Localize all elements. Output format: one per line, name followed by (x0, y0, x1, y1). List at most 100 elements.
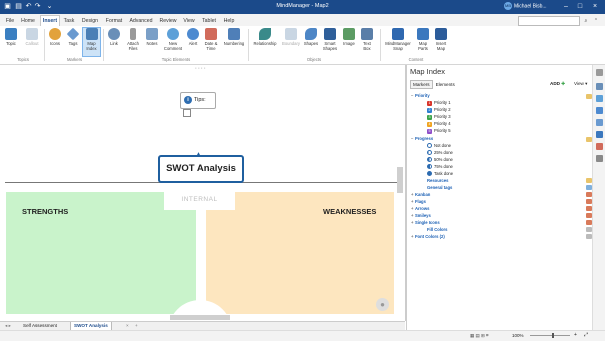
progress-done-icon (427, 171, 432, 177)
horizontal-scrollbar[interactable] (170, 315, 230, 320)
zoom-slider[interactable] (530, 335, 570, 336)
vertical-scrollbar[interactable] (397, 167, 403, 193)
group-label: Arrows (415, 206, 430, 211)
tags-button[interactable]: Tags (65, 27, 81, 46)
mindmanager-snap-button[interactable]: MindManager Snap (383, 28, 413, 51)
tab-help[interactable]: Help (222, 16, 236, 26)
tab-advanced[interactable]: Advanced (128, 16, 154, 26)
tab-view[interactable]: View (182, 16, 196, 26)
group-priority[interactable]: − Priority (411, 93, 430, 99)
add-sheet-icon[interactable]: + (132, 322, 141, 330)
map-index-icon[interactable] (596, 83, 603, 90)
tab-file[interactable]: File (3, 16, 17, 26)
zoom-in-icon[interactable]: + (574, 332, 577, 338)
view-dropdown[interactable]: View ▾ (574, 81, 587, 87)
alert-button[interactable]: Alert (186, 28, 200, 46)
minimize-icon[interactable]: – (561, 2, 571, 11)
maximize-icon[interactable]: □ (575, 2, 585, 11)
central-topic[interactable]: SWOT Analysis (158, 155, 244, 183)
list-item[interactable]: 25% done (427, 150, 453, 156)
callout-icon (26, 28, 38, 40)
list-item[interactable]: 75% done (427, 164, 453, 170)
collapse-ribbon-icon[interactable]: ⌃ (592, 16, 600, 26)
icons-button[interactable]: Icons (47, 28, 63, 46)
group-fill-colors[interactable]: Fill Colors (427, 227, 447, 233)
list-item[interactable]: Task done (427, 171, 453, 177)
button-label: Callout (25, 41, 39, 46)
close-icon[interactable]: × (590, 2, 600, 11)
search-icon[interactable] (596, 131, 603, 138)
button-label: Numbering (223, 41, 245, 46)
list-item[interactable]: 50% done (427, 157, 453, 163)
link-button[interactable]: Link (106, 28, 122, 46)
alert-icon (187, 28, 199, 40)
sheet-close-icon[interactable]: × (123, 322, 132, 330)
group-single-icons[interactable]: + Single Icons (411, 220, 440, 226)
shapes-button[interactable]: Shapes (303, 28, 319, 46)
notes-icon[interactable] (596, 119, 603, 126)
zoom-slider-thumb[interactable] (552, 333, 554, 338)
group-flags[interactable]: + Flags (411, 199, 426, 205)
new-comment-button[interactable]: New Comment (162, 28, 184, 51)
notes-button[interactable]: Notes (144, 28, 160, 46)
tab-design[interactable]: Design (80, 16, 100, 26)
list-item[interactable]: 2 Priority 2 (427, 107, 451, 113)
lightbulb-icon[interactable]: ● (376, 298, 389, 311)
image-button[interactable]: Image (341, 28, 357, 46)
map-parts-button[interactable]: Map Parts (415, 28, 431, 51)
search-icon[interactable]: ⌕ (582, 16, 590, 26)
group-progress[interactable]: − Progress (411, 136, 433, 142)
map-index-button[interactable]: Map Index (82, 27, 101, 57)
notes-icon (146, 28, 158, 40)
group-general-tags[interactable]: General tags (427, 185, 452, 191)
add-button[interactable]: ADD ✚ (550, 81, 565, 87)
tab-insert[interactable]: Insert (40, 15, 60, 26)
tab-home[interactable]: Home (20, 16, 36, 26)
map-index-panel: Map Index Markers Elements ADD ✚ View ▾ −… (406, 65, 593, 330)
button-label: Shapes (303, 41, 319, 46)
sheet-tab-self-assessment[interactable]: Self Assessment (20, 322, 60, 330)
group-arrows[interactable]: + Arrows (411, 206, 429, 212)
panel-close-icon[interactable] (596, 69, 603, 76)
list-item[interactable]: 4 Priority 4 (427, 121, 451, 127)
button-label: Map Parts (418, 41, 428, 51)
tab-elements[interactable]: Elements (434, 81, 457, 88)
tab-format[interactable]: Format (104, 16, 124, 26)
map-canvas[interactable]: ∙∙∙∙ i Tips: INTERNAL STRENGTHS WEAKNESSE… (0, 65, 406, 340)
group-kanban[interactable]: + Kanban (411, 192, 430, 198)
view-mode-icons[interactable]: ▦ ▤ ⊞ ⌗ (470, 333, 489, 339)
zoom-level: 100% (512, 333, 524, 338)
library-icon[interactable] (596, 95, 603, 102)
fit-map-icon[interactable]: ⤢ (584, 332, 588, 338)
boundary-button[interactable]: Boundary (281, 28, 301, 46)
user-account[interactable]: MB Michael Bisb... (504, 2, 547, 11)
list-item[interactable]: 3 Priority 3 (427, 114, 451, 120)
list-item[interactable]: Not done (427, 143, 451, 149)
topic-button[interactable]: Topic (3, 28, 19, 46)
search-input[interactable] (518, 16, 580, 26)
group-font-colors[interactable]: + Font Colors (2) (411, 234, 445, 240)
tab-markers[interactable]: Markers (410, 80, 433, 89)
text-box-button[interactable]: Text Box (359, 28, 375, 51)
list-item[interactable]: 5 Priority 5 (427, 128, 451, 134)
settings-icon[interactable] (596, 155, 603, 162)
tips-topic[interactable]: i Tips: (180, 92, 216, 109)
group-resources[interactable]: Resources (427, 178, 448, 184)
numbering-button[interactable]: Numbering (222, 28, 246, 46)
share-icon[interactable] (596, 143, 603, 150)
callout-button[interactable]: Callout (22, 28, 42, 46)
attach-files-button[interactable]: Attach Files (124, 28, 142, 51)
task-pane-icon[interactable] (596, 107, 603, 114)
smart-shapes-button[interactable]: Smart Shapes (321, 28, 339, 51)
map-index-icon (85, 28, 98, 40)
tab-review[interactable]: Review (158, 16, 178, 26)
tips-label: Tips: (194, 97, 206, 103)
date-time-button[interactable]: Date & Time (202, 28, 220, 51)
insert-map-button[interactable]: Insert Map (433, 28, 449, 51)
sheet-nav-icon[interactable]: ◂ ▸ (2, 322, 14, 330)
tab-task[interactable]: Task (62, 16, 76, 26)
tab-tablet[interactable]: Tablet (200, 16, 218, 26)
group-smileys[interactable]: + Smileys (411, 213, 431, 219)
relationship-button[interactable]: Relationship (251, 28, 279, 46)
list-item[interactable]: 1 Priority 1 (427, 100, 451, 106)
